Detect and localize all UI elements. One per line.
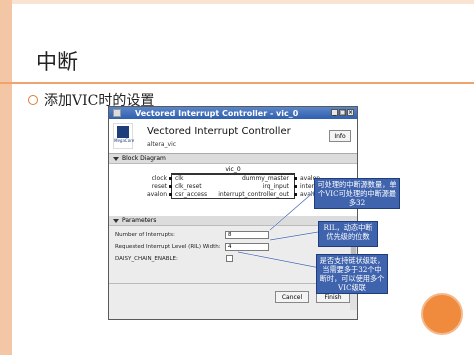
port-pin bbox=[294, 193, 297, 196]
inner-left-port: csr_access bbox=[175, 191, 208, 198]
port-pin bbox=[169, 193, 172, 196]
collapse-triangle-icon bbox=[113, 156, 119, 161]
daisy-chain-checkbox[interactable] bbox=[226, 255, 233, 262]
minimize-icon[interactable]: _ bbox=[331, 109, 338, 116]
bullet-circle-icon bbox=[28, 95, 38, 105]
megacore-logo: MegaCore bbox=[113, 123, 135, 149]
dialog-titlebar: Vectored Interrupt Controller - vic_0 _ … bbox=[109, 107, 357, 119]
left-port-label: avalon bbox=[146, 191, 167, 198]
window-icon bbox=[113, 109, 121, 117]
param-label-daisy: DAISY_CHAIN_ENABLE: bbox=[115, 256, 178, 262]
block-diagram-label: Block Diagram bbox=[122, 155, 166, 162]
param-label-interrupts: Number of Interrupts: bbox=[115, 232, 175, 238]
block-name: vic_0 bbox=[171, 167, 295, 174]
num-interrupts-input[interactable]: 8 bbox=[225, 231, 269, 239]
dialog-header: MegaCore Vectored Interrupt Controller a… bbox=[109, 119, 357, 154]
close-icon[interactable]: × bbox=[347, 109, 354, 116]
left-port-label: reset bbox=[151, 183, 167, 190]
title-rule bbox=[0, 82, 474, 84]
dialog-title: Vectored Interrupt Controller - vic_0 bbox=[135, 108, 299, 118]
component-title: Vectored Interrupt Controller bbox=[147, 126, 291, 137]
inner-right-port: dummy_master bbox=[241, 175, 289, 182]
port-pin bbox=[294, 177, 297, 180]
parameters-label: Parameters bbox=[122, 217, 157, 224]
port-pin bbox=[169, 177, 172, 180]
decor-orange-circle bbox=[421, 293, 463, 335]
cancel-button[interactable]: Cancel bbox=[275, 291, 309, 303]
param-label-ril: Requested Interrupt Level (RIL) Width: bbox=[115, 244, 221, 250]
block-diagram-section-header[interactable]: Block Diagram bbox=[109, 154, 357, 164]
top-decor-line bbox=[12, 0, 474, 4]
callout-ril-width: RIL，动态中断优先级的位数 bbox=[318, 221, 378, 247]
callout-interrupt-count: 可处理的中断源数量，单个VIC可处理的中断源最多32 bbox=[314, 178, 400, 209]
port-pin bbox=[294, 185, 297, 188]
collapse-triangle-icon bbox=[113, 218, 119, 223]
port-pin bbox=[169, 185, 172, 188]
inner-right-port: irq_input bbox=[262, 183, 289, 190]
ril-width-input[interactable]: 4 bbox=[225, 243, 269, 251]
info-button[interactable]: Info bbox=[329, 130, 351, 142]
inner-left-port: clk bbox=[175, 175, 184, 182]
left-port-label: clock bbox=[151, 175, 167, 182]
inner-left-port: clk_reset bbox=[175, 183, 202, 190]
left-decor-band bbox=[0, 0, 12, 355]
slide-title: 中断 bbox=[36, 50, 78, 74]
inner-right-port: interrupt_controller_out bbox=[218, 191, 289, 198]
maximize-icon[interactable]: □ bbox=[339, 109, 346, 116]
callout-daisy-chain: 是否支持链状级联，当需要多于32个中断时，可以使用多个VIC级联 bbox=[316, 254, 388, 294]
logo-text: MegaCore bbox=[114, 138, 135, 143]
component-subtitle: altera_vic bbox=[147, 141, 177, 148]
